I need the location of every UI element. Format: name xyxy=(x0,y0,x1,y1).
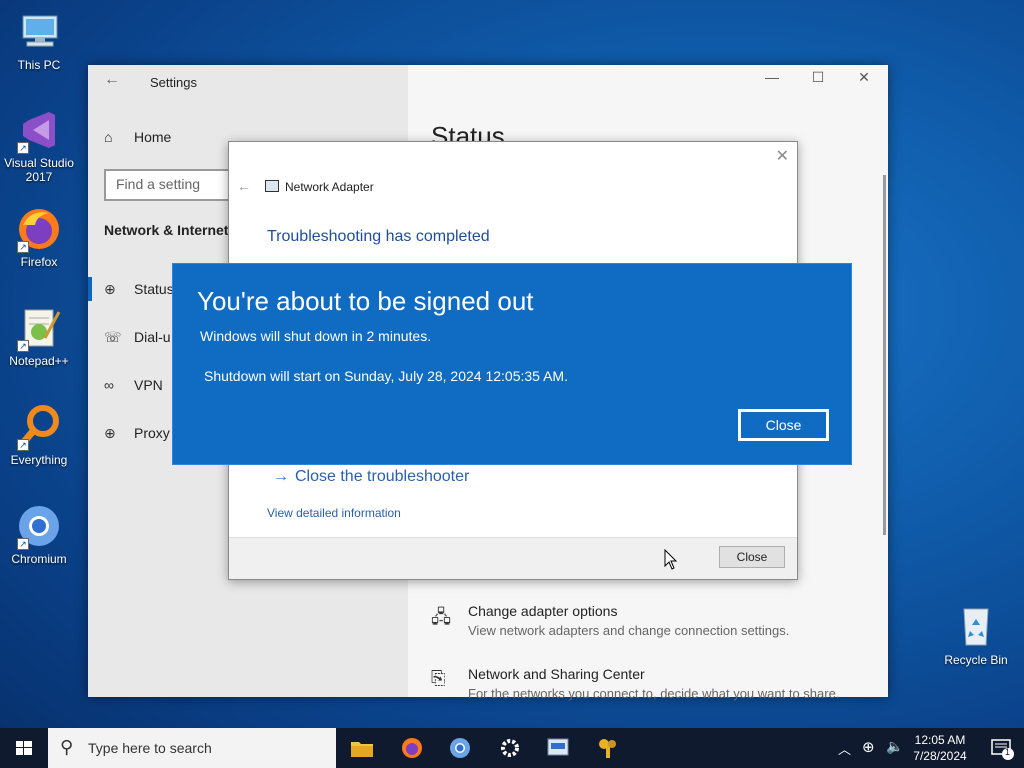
close-troubleshooter-link[interactable]: → Close the troubleshooter xyxy=(273,468,469,486)
globe-network-icon: ⊕ xyxy=(104,281,116,297)
taskbar-search-input[interactable]: ⚲ Type here to search xyxy=(48,728,336,768)
home-icon: ⌂ xyxy=(104,129,113,145)
desktop-icon-everything[interactable]: ↗ Everything xyxy=(0,403,78,467)
sharing-icon: ⎘ xyxy=(431,668,446,688)
volume-muted-icon[interactable]: 🔈 xyxy=(886,728,903,768)
notification-center-icon[interactable]: 1 xyxy=(980,728,1024,768)
dialog-footer: Close xyxy=(229,537,797,579)
desktop-icon-visual-studio[interactable]: ↗ Visual Studio 2017 xyxy=(0,106,78,184)
shortcut-arrow-icon: ↗ xyxy=(17,538,29,550)
firefox-icon: ↗ xyxy=(15,205,63,253)
close-icon[interactable]: ✕ xyxy=(844,69,884,86)
recycle-bin-icon xyxy=(952,601,1000,649)
desktop-icon-chromium[interactable]: ↗ Chromium xyxy=(0,502,78,566)
nav-home[interactable]: ⌂ Home xyxy=(104,129,171,145)
nav-item-vpn[interactable]: ∞ VPN xyxy=(104,377,163,393)
signout-dialog: You're about to be signed out Windows wi… xyxy=(172,263,852,465)
globe-icon: ⊕ xyxy=(104,425,116,441)
close-button[interactable]: Close xyxy=(738,409,829,441)
close-button[interactable]: Close xyxy=(719,546,785,568)
shortcut-arrow-icon: ↗ xyxy=(17,340,29,352)
computer-icon xyxy=(15,8,63,56)
desktop-icon-label: This PC xyxy=(17,58,61,72)
desktop-icon-recycle-bin[interactable]: Recycle Bin xyxy=(938,601,1014,667)
network-sharing-center[interactable]: ⎘ Network and Sharing Center For the netw… xyxy=(431,666,839,701)
adapter-icon: 🖧 xyxy=(431,607,452,627)
minimize-icon[interactable]: — xyxy=(752,69,792,85)
desktop-icon-this-pc[interactable]: This PC xyxy=(0,8,78,72)
nav-item-status[interactable]: ⊕ Status xyxy=(104,281,174,298)
desktop-icon-notepadpp[interactable]: ↗ Notepad++ xyxy=(0,304,78,368)
mouse-cursor-icon xyxy=(664,548,678,576)
desktop-icon-firefox[interactable]: ↗ Firefox xyxy=(0,205,78,269)
close-icon[interactable]: ✕ xyxy=(776,146,789,166)
network-adapter-icon xyxy=(265,180,279,192)
dialog-title: Network Adapter xyxy=(285,180,374,194)
maximize-icon[interactable]: ☐ xyxy=(798,69,838,86)
firefox-icon[interactable] xyxy=(388,728,436,768)
chromium-icon: ↗ xyxy=(15,502,63,550)
shortcut-arrow-icon: ↗ xyxy=(17,142,29,154)
shortcut-arrow-icon: ↗ xyxy=(17,241,29,253)
shutdown-time: Shutdown will start on Sunday, July 28, … xyxy=(204,368,568,384)
search-icon: ⚲ xyxy=(60,737,74,757)
windows-logo-icon xyxy=(16,741,32,755)
desktop-icon-label: Chromium xyxy=(11,552,67,566)
scrollbar[interactable] xyxy=(883,175,886,535)
vpn-icon: ∞ xyxy=(104,377,114,393)
desktop-icon-label: Firefox xyxy=(20,255,58,269)
taskbar-clock[interactable]: 12:05 AM 7/28/2024 xyxy=(905,732,975,764)
network-settings-app-icon[interactable] xyxy=(534,728,582,768)
signout-heading: You're about to be signed out xyxy=(197,286,534,316)
tray-chevron-icon[interactable]: ︿ xyxy=(838,728,851,768)
file-explorer-icon[interactable] xyxy=(338,728,386,768)
nav-item-proxy[interactable]: ⊕ Proxy xyxy=(104,425,170,442)
keys-app-icon[interactable] xyxy=(584,728,632,768)
active-indicator xyxy=(88,277,92,301)
notepadpp-icon: ↗ xyxy=(15,304,63,352)
back-arrow-icon[interactable]: ← xyxy=(237,178,251,194)
shortcut-arrow-icon: ↗ xyxy=(17,439,29,451)
start-button[interactable] xyxy=(0,728,48,768)
dialup-icon: ☏ xyxy=(104,329,122,345)
chromium-icon[interactable] xyxy=(436,728,484,768)
section-heading: Network & Internet xyxy=(104,222,229,238)
window-title: Settings xyxy=(150,75,197,90)
arrow-right-icon: → xyxy=(273,468,289,485)
taskbar: ⚲ Type here to search ︿ ⊕ 🔈 12:05 AM 7/2… xyxy=(0,728,1024,768)
desktop-icon-label: Everything xyxy=(10,453,68,467)
settings-gear-icon[interactable] xyxy=(486,728,534,768)
network-globe-icon[interactable]: ⊕ xyxy=(862,728,875,768)
change-adapter-options[interactable]: 🖧 Change adapter options View network ada… xyxy=(431,603,789,638)
back-arrow-icon[interactable]: ← xyxy=(104,71,120,89)
shutdown-message: Windows will shut down in 2 minutes. xyxy=(200,328,432,344)
desktop-icon-label: Notepad++ xyxy=(9,354,69,368)
completion-status: Troubleshooting has completed xyxy=(267,228,490,245)
notification-count: 1 xyxy=(1005,747,1011,757)
desktop-icon-label: Visual Studio 2017 xyxy=(4,156,74,184)
view-detailed-info-link[interactable]: View detailed information xyxy=(267,506,401,520)
everything-search-icon: ↗ xyxy=(15,403,63,451)
nav-item-dialup[interactable]: ☏ Dial-u xyxy=(104,329,171,346)
visual-studio-icon: ↗ xyxy=(15,106,63,154)
